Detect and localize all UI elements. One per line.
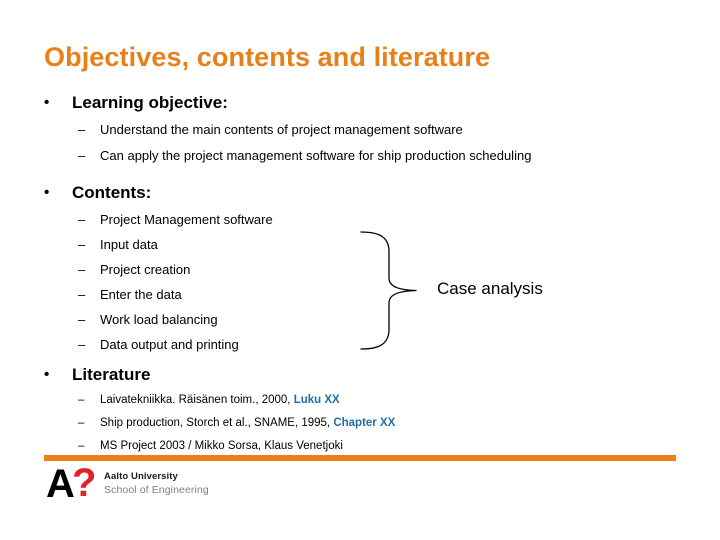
sub-list-literature: – Laivatekniikka. Räisänen toim., 2000, …: [0, 393, 720, 454]
dash-icon: –: [78, 286, 86, 302]
dash-icon: –: [78, 336, 86, 352]
section-heading-literature: • Literature: [0, 364, 720, 385]
section-literature: • Literature – Laivatekniikka. Räisänen …: [0, 364, 720, 462]
dash-icon: –: [78, 122, 86, 138]
list-item: – Enter the data: [0, 287, 720, 304]
aalto-logo-text: Aalto University School of Engineering: [104, 466, 209, 497]
logo-letter-a: A: [46, 462, 75, 506]
list-item: – Understand the main contents of projec…: [0, 122, 720, 139]
aalto-logo: A ? Aalto University School of Engineeri…: [46, 461, 209, 506]
list-item-label: Can apply the project management softwar…: [100, 148, 532, 164]
list-item-label: Project creation: [100, 262, 191, 278]
list-item-label: Data output and printing: [100, 336, 239, 352]
dash-icon: –: [78, 394, 85, 407]
list-item-label: Laivatekniikka. Räisänen toim., 2000,: [100, 394, 294, 407]
list-item-label: Ship production, Storch et al., SNAME, 1…: [100, 417, 334, 430]
list-item: – Can apply the project management softw…: [0, 148, 720, 165]
section-heading-label: Contents:: [72, 183, 152, 202]
logo-school-name: School of Engineering: [104, 483, 209, 496]
dash-icon: –: [78, 417, 85, 430]
dash-icon: –: [78, 237, 86, 253]
bullet-icon: •: [44, 94, 50, 111]
list-item-label: Enter the data: [100, 286, 182, 302]
section-contents: • Contents: – Project Management softwar…: [0, 182, 720, 362]
dash-icon: –: [78, 262, 86, 278]
list-item-label: Input data: [100, 237, 158, 253]
dash-icon: –: [78, 311, 86, 327]
callout-case-analysis: Case analysis: [437, 279, 543, 298]
list-item: – Laivatekniikka. Räisänen toim., 2000, …: [0, 393, 720, 408]
section-heading-label: Learning objective:: [72, 93, 228, 112]
page-title: Objectives, contents and literature: [44, 42, 491, 72]
footer-divider: [44, 455, 676, 461]
slide: Objectives, contents and literature • Le…: [0, 0, 720, 540]
bullet-icon: •: [44, 366, 50, 383]
reference-highlight: Luku XX: [293, 394, 340, 407]
section-heading-label: Literature: [72, 365, 151, 384]
section-heading-learning-objective: • Learning objective:: [0, 92, 720, 113]
dash-icon: –: [78, 148, 86, 164]
list-item-label: MS Project 2003 / Mikko Sorsa, Klaus Ven…: [100, 440, 343, 453]
list-item: – Work load balancing: [0, 312, 720, 329]
section-learning-objective: • Learning objective: – Understand the m…: [0, 92, 720, 174]
list-item: – Project creation: [0, 262, 720, 279]
dash-icon: –: [78, 212, 86, 228]
dash-icon: –: [78, 440, 85, 453]
list-item: – MS Project 2003 / Mikko Sorsa, Klaus V…: [0, 439, 720, 454]
section-heading-contents: • Contents:: [0, 182, 720, 203]
list-item-label: Project Management software: [100, 212, 273, 228]
list-item-label: Understand the main contents of project …: [100, 122, 463, 138]
list-item: – Data output and printing: [0, 337, 720, 354]
sub-list-contents: – Project Management software – Input da…: [0, 212, 720, 353]
reference-highlight: Chapter XX: [333, 417, 396, 430]
sub-list-learning-objective: – Understand the main contents of projec…: [0, 122, 720, 165]
bullet-icon: •: [44, 184, 50, 201]
list-item: – Ship production, Storch et al., SNAME,…: [0, 416, 720, 431]
logo-university-name: Aalto University: [104, 471, 178, 482]
list-item: – Input data: [0, 237, 720, 254]
aalto-logo-mark-icon: A ?: [46, 461, 100, 506]
list-item-label: Work load balancing: [100, 311, 218, 327]
logo-question-mark-icon: ?: [72, 461, 97, 505]
list-item: – Project Management software: [0, 212, 720, 229]
